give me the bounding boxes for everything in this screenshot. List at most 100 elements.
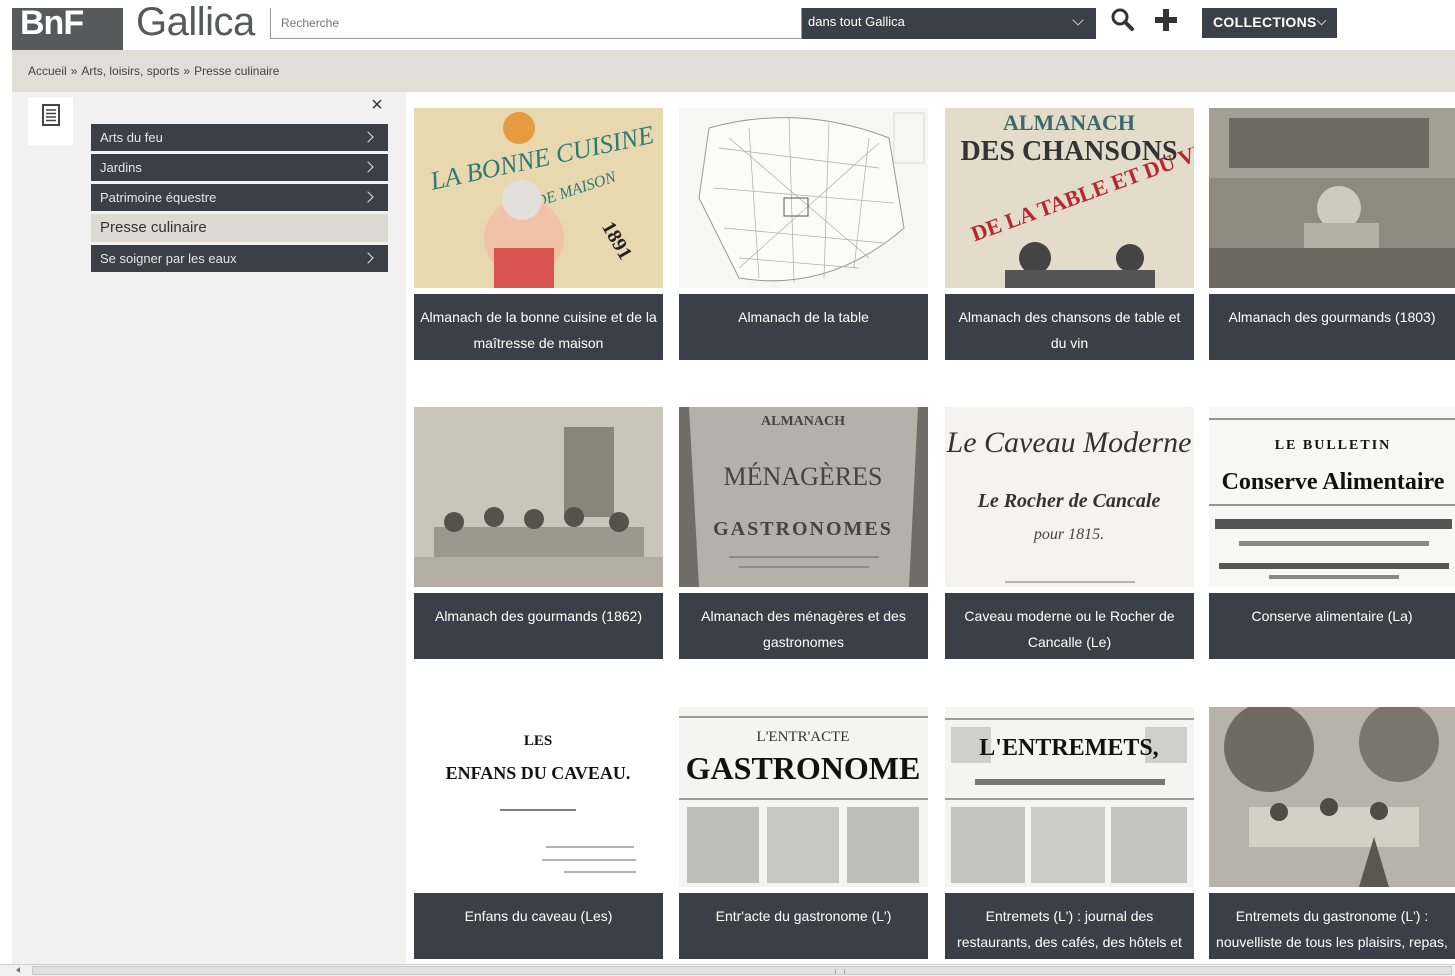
card-thumbnail[interactable]: LE BULLETIN Conserve Alimentaire [1209,407,1455,587]
collection-card[interactable]: LE BULLETIN Conserve Alimentaire Conserv… [1209,407,1455,659]
bnf-logo-text: BnF [20,8,84,42]
breadcrumb-separator: » [183,64,191,78]
search-button[interactable] [1108,6,1136,34]
newspaper-illustration: L'ENTR'ACTE GASTRONOME [679,707,928,887]
cover-title-text: LES [524,733,552,749]
breadcrumb-home[interactable]: Accueil [28,64,67,78]
cover-caption-text: pour 1815. [1033,526,1104,543]
chevron-down-icon [1072,14,1084,26]
breadcrumb-arts-loisirs-sports[interactable]: Arts, loisirs, sports [81,64,179,78]
sidebar-item-jardins[interactable]: Jardins [91,154,388,181]
list-panel-icon [42,104,60,126]
sidebar-item-se-soigner-par-les-eaux[interactable]: Se soigner par les eaux [91,245,388,272]
cover-title-text: ALMANACH [1003,110,1135,135]
sidebar-item-arts-du-feu[interactable]: Arts du feu [91,124,388,151]
collection-card[interactable]: L'ENTREMETS, Entremets (L') : journal de… [945,707,1194,959]
banquet-engraving-illustration [414,407,663,587]
chevron-down-icon [1316,15,1327,26]
card-thumbnail[interactable]: ALMANACH DES CHANSONS DE LA TABLE ET DU … [945,108,1194,288]
cover-title-text: L'ENTREMETS, [979,735,1158,761]
search-input[interactable] [270,8,802,39]
card-thumbnail[interactable] [414,407,663,587]
collection-card[interactable]: Le Caveau Moderne Le Rocher de Cancale p… [945,407,1194,659]
sidebar-item-label: Presse culinaire [100,219,207,236]
collection-card[interactable]: LES ENFANS DU CAVEAU. Enfans du caveau (… [414,707,663,959]
card-thumbnail[interactable]: L'ENTR'ACTE GASTRONOME [679,707,928,887]
collection-card[interactable]: Almanach de la table [679,108,928,360]
search-scope-select[interactable]: dans tout Gallica [802,8,1096,39]
card-thumbnail[interactable]: L'ENTREMETS, [945,707,1194,887]
card-title[interactable]: Almanach de la bonne cuisine et de la ma… [414,294,663,360]
horizontal-scrollbar[interactable] [0,964,1455,976]
collection-card[interactable]: L'ENTR'ACTE GASTRONOME Entr'acte du gast… [679,707,928,959]
card-title[interactable]: Entremets (L') : journal des restaurants… [945,893,1194,959]
card-title[interactable]: Almanach de la table [679,294,928,360]
card-thumbnail[interactable] [1209,108,1455,288]
collection-card[interactable]: Almanach des gourmands (1803) [1209,108,1455,360]
breadcrumb-separator: » [70,64,78,78]
cover-title-text: Le Caveau Moderne [946,426,1192,459]
sidebar-item-label: Se soigner par les eaux [100,251,237,266]
chevron-right-icon [362,191,374,203]
search-scope-label: dans tout Gallica [808,14,905,29]
card-title[interactable]: Caveau moderne ou le Rocher de Cancalle … [945,593,1194,659]
sidebar-item-presse-culinaire[interactable]: Presse culinaire [91,214,388,242]
card-title[interactable]: Enfans du caveau (Les) [414,893,663,959]
collection-menu: Arts du feu Jardins Patrimoine équestre … [91,124,388,275]
sidebar-item-label: Arts du feu [100,130,163,145]
scroll-left-arrow-icon[interactable] [16,967,20,973]
sidebar-item-label: Jardins [100,160,142,175]
panel-toggle-button[interactable] [28,97,73,145]
add-button[interactable] [1152,6,1180,34]
cover-title-text: L'ENTR'ACTE [757,729,850,745]
card-title[interactable]: Conserve alimentaire (La) [1209,593,1455,659]
collections-button[interactable]: COLLECTIONS [1202,8,1337,38]
map-illustration [679,108,928,288]
collection-card[interactable]: Almanach des gourmands (1862) [414,407,663,659]
card-thumbnail[interactable]: Le Caveau Moderne Le Rocher de Cancale p… [945,407,1194,587]
cover-caption-text: GASTRONOMES [713,518,893,540]
newspaper-illustration: L'ENTREMETS, [945,707,1194,887]
bulletin-illustration: LE BULLETIN Conserve Alimentaire [1209,407,1455,587]
collection-card[interactable]: ALMANACH DES CHANSONS DE LA TABLE ET DU … [945,108,1194,360]
card-title[interactable]: Entremets du gastronome (L') : nouvellis… [1209,893,1455,959]
breadcrumb: Accueil» Arts, loisirs, sports» Presse cul… [12,50,1455,92]
card-title[interactable]: Almanach des chansons de table et du vin [945,294,1194,360]
card-title[interactable]: Entr'acte du gastronome (L') [679,893,928,959]
garden-party-engraving-illustration [1209,707,1455,887]
chevron-right-icon [362,161,374,173]
card-thumbnail[interactable]: ALMANACH MÉNAGÈRES GASTRONOMES [679,407,928,587]
gallica-logo-text[interactable]: Gallica [136,0,255,44]
collection-card[interactable]: Entremets du gastronome (L') : nouvellis… [1209,707,1455,959]
sidebar-item-label: Patrimoine équestre [100,190,217,205]
cover-illustration: ALMANACH DES CHANSONS DE LA TABLE ET DU … [945,108,1194,288]
card-title[interactable]: Almanach des ménagères et des gastronome… [679,593,928,659]
cover-title-text: ALMANACH [761,414,845,429]
engraving-illustration [1209,108,1455,288]
card-title[interactable]: Almanach des gourmands (1803) [1209,294,1455,360]
sidebar-item-patrimoine-equestre[interactable]: Patrimoine équestre [91,184,388,211]
scrollbar-thumb[interactable] [32,966,1452,975]
collections-label: COLLECTIONS [1213,14,1317,30]
cover-subtitle-text: Le Rocher de Cancale [977,490,1161,512]
scrollbar-grip-icon [835,969,845,974]
collection-card[interactable]: LA BONNE CUISINE DE MAISON 1891 Almanach… [414,108,663,360]
card-thumbnail[interactable]: LES ENFANS DU CAVEAU. [414,707,663,887]
cover-subtitle-text: GASTRONOME [686,750,921,786]
cover-illustration: LA BONNE CUISINE DE MAISON 1891 [414,108,663,288]
card-title[interactable]: Almanach des gourmands (1862) [414,593,663,659]
card-thumbnail[interactable] [679,108,928,288]
chevron-right-icon [362,131,374,143]
card-thumbnail[interactable] [1209,707,1455,887]
close-panel-button[interactable]: × [368,94,386,116]
card-thumbnail[interactable]: LA BONNE CUISINE DE MAISON 1891 [414,108,663,288]
cover-subtitle-text: MÉNAGÈRES [724,462,883,491]
search-icon [1111,8,1134,31]
cover-title-text: LE BULLETIN [1275,438,1392,453]
bnf-logo[interactable]: BnF [12,8,123,50]
cover-subtitle-text: ENFANS DU CAVEAU. [446,763,631,783]
collection-card[interactable]: ALMANACH MÉNAGÈRES GASTRONOMES Almanach … [679,407,928,659]
header-bar: BnF Gallica dans tout Gallica COLLECTION… [0,0,1455,50]
breadcrumb-current: Presse culinaire [194,64,280,78]
cover-illustration: Le Caveau Moderne Le Rocher de Cancale p… [945,407,1194,587]
